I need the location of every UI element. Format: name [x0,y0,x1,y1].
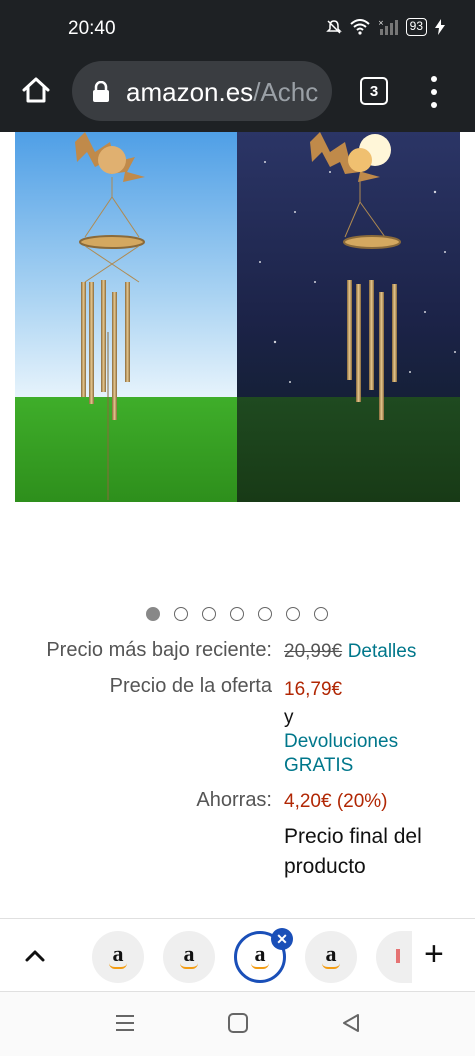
home-icon [22,77,50,103]
mute-bell-icon [325,20,342,34]
amazon-smile-icon [180,963,198,969]
carousel-dot[interactable] [174,607,188,621]
carousel-dot[interactable] [230,607,244,621]
product-image[interactable] [15,132,460,502]
lock-icon [93,81,109,102]
offer-price: 16,79€ [284,679,343,700]
status-icons: × 93 [325,18,445,36]
carousel-dot[interactable] [146,607,160,621]
new-tab-button[interactable]: + [424,937,444,971]
address-bar[interactable]: amazon.es/Achc [72,61,332,121]
menu-dot-icon [431,89,437,95]
carousel-dot[interactable] [314,607,328,621]
and-text: y [284,707,294,728]
savings-value: 4,20€ (20%) [284,791,388,812]
menu-dot-icon [431,102,437,108]
recent-apps-icon[interactable] [114,1012,136,1034]
tab-thumbnail[interactable]: a [92,931,144,983]
url-domain: amazon.es [126,77,254,107]
details-link[interactable]: Detalles [348,641,417,662]
amazon-smile-icon [251,963,269,969]
amazon-smile-icon [322,963,340,969]
status-time: 20:40 [68,18,116,39]
home-nav-icon[interactable] [227,1012,249,1034]
carousel-dot[interactable] [258,607,272,621]
carousel-dot[interactable] [202,607,216,621]
tab-switcher-button[interactable]: 3 [360,77,388,105]
system-nav-bar [0,992,475,1056]
url-path: /Achc [253,77,319,107]
wind-chime-illustration [15,132,460,502]
charging-icon [435,19,445,35]
recent-low-price: 20,99€ Detalles [284,640,416,663]
savings-label: Ahorras: [196,789,272,811]
final-price-note-line1: Precio final del [284,825,422,848]
back-nav-icon[interactable] [340,1012,362,1034]
recent-low-value: 20,99€ [284,641,343,662]
menu-dot-icon [431,76,437,82]
url-text: amazon.es/Achc [126,77,318,108]
offer-label: Precio de la oferta [109,675,272,697]
chevron-up-icon[interactable] [22,943,48,969]
battery-indicator: 93 [405,18,427,36]
amazon-smile-icon [109,963,127,969]
carousel-dot[interactable] [286,607,300,621]
tab-thumbnail[interactable]: a [305,931,357,983]
home-button[interactable] [18,72,54,108]
image-carousel-dots [146,607,328,621]
tab-strip: a a a ✕ a + [0,918,475,992]
favicon-icon [396,949,400,963]
tab-thumbnail-active[interactable]: a ✕ [234,928,293,983]
tab-thumbnail-partial[interactable] [376,931,412,983]
free-returns-link-line2[interactable]: GRATIS [284,755,353,777]
free-returns-link-line1[interactable]: Devoluciones [284,731,398,753]
tab-thumbnail[interactable]: a [163,931,215,983]
signal-icon: × [378,19,398,35]
browser-toolbar: amazon.es/Achc 3 [0,52,475,132]
final-price-note-line2: producto [284,855,366,878]
close-tab-icon[interactable]: ✕ [271,928,293,950]
svg-text:×: × [378,19,384,27]
recent-low-label: Precio más bajo reciente: [46,639,272,661]
status-bar: 20:40 × 93 [0,0,475,52]
overflow-menu-button[interactable] [424,76,444,108]
wifi-icon [349,19,370,35]
